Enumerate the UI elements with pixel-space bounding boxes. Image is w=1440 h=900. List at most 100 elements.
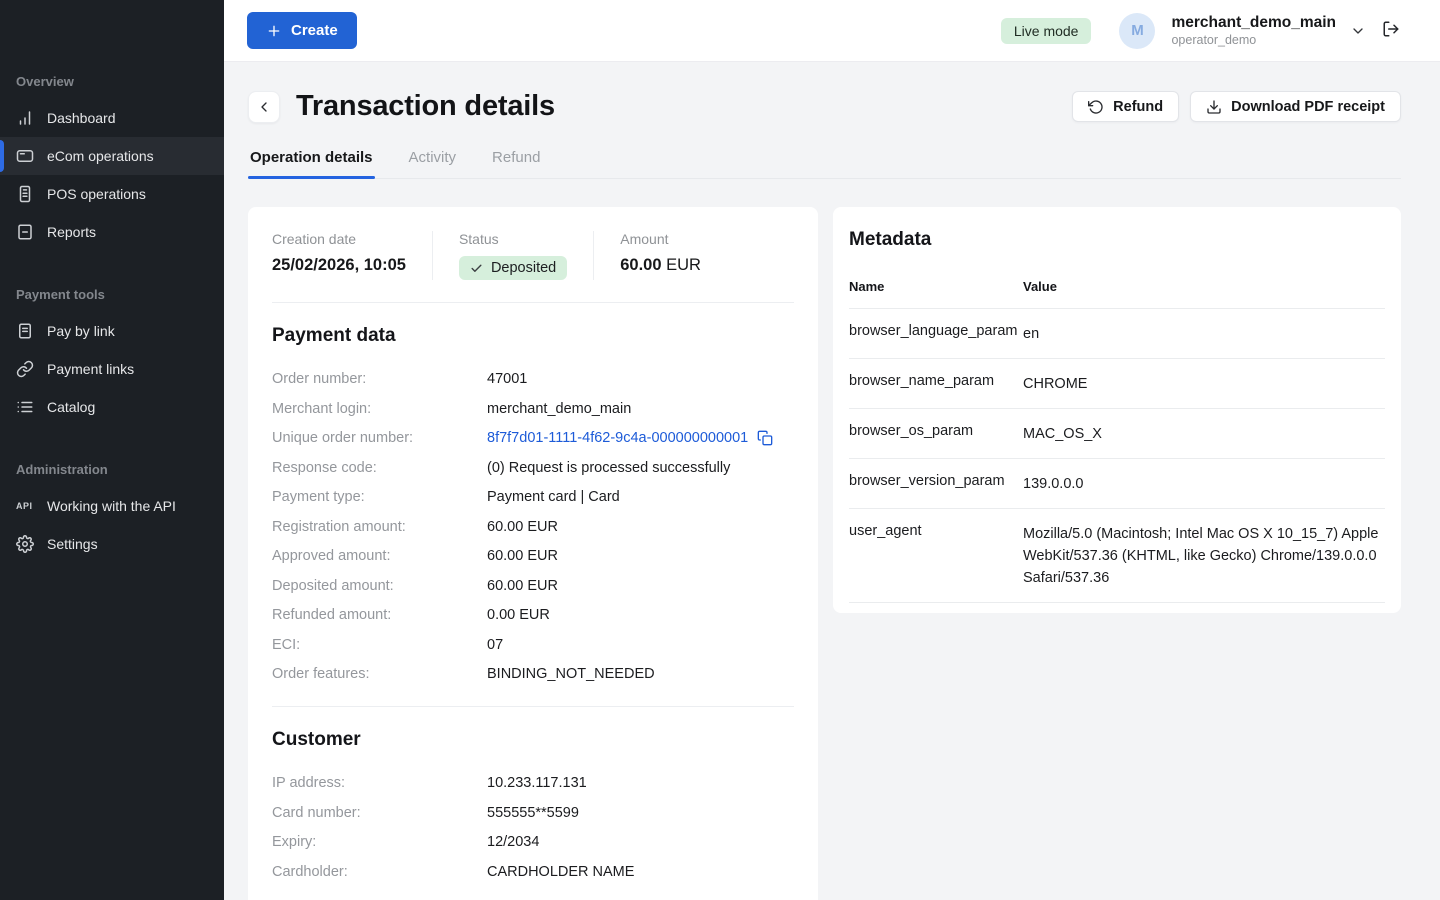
field-value: 0.00 EUR: [487, 605, 550, 625]
field-label: Merchant login:: [272, 399, 487, 419]
sidebar-item[interactable]: Dashboard: [0, 99, 224, 137]
check-icon: [470, 262, 483, 275]
metadata-col-value: Value: [1023, 279, 1057, 294]
sidebar-item[interactable]: Pay by link: [0, 312, 224, 350]
page-content: Transaction details Refund Download PDF …: [224, 62, 1440, 900]
main-area: Create Live mode M merchant_demo_main op…: [224, 0, 1440, 900]
status-badge: Deposited: [459, 256, 567, 280]
field-row: Order number: 47001: [272, 369, 794, 389]
sidebar-item-label: Working with the API: [47, 498, 176, 514]
sidebar-section-label: Overview: [0, 74, 224, 89]
tab[interactable]: Operation details: [248, 149, 375, 178]
sidebar-item-label: Dashboard: [47, 110, 116, 126]
refund-button[interactable]: Refund: [1072, 91, 1179, 122]
user-name: merchant_demo_main: [1171, 13, 1336, 32]
settings-icon: [16, 535, 34, 553]
header-actions: Refund Download PDF receipt: [1072, 91, 1401, 122]
download-icon: [1206, 99, 1222, 115]
operation-details-card: Creation date 25/02/2026, 10:05 Status D…: [248, 207, 818, 900]
create-button[interactable]: Create: [247, 12, 357, 49]
summary-strip: Creation date 25/02/2026, 10:05 Status D…: [272, 231, 794, 280]
field-value-text: 555555**5599: [487, 803, 579, 823]
field-label: Expiry:: [272, 832, 487, 852]
metadata-row: browser_language_param en: [849, 309, 1385, 359]
live-mode-badge: Live mode: [1001, 18, 1092, 44]
field-value: 10.233.117.131: [487, 773, 587, 793]
field-row: Registration amount: 60.00 EUR: [272, 517, 794, 537]
sidebar-item[interactable]: Payment links: [0, 350, 224, 388]
field-row: Card number: 555555**5599: [272, 803, 794, 823]
field-value-text: BINDING_NOT_NEEDED: [487, 664, 655, 684]
topbar-right: Live mode M merchant_demo_main operator_…: [1001, 13, 1400, 49]
creation-date-label: Creation date: [272, 231, 406, 247]
page-header: Transaction details Refund Download PDF …: [248, 90, 1401, 123]
field-row: Unique order number: 8f7f7d01-1111-4f62-…: [272, 428, 794, 448]
metadata-name: user_agent: [849, 523, 1023, 539]
field-value: BINDING_NOT_NEEDED: [487, 664, 655, 684]
sidebar-item[interactable]: POS operations: [0, 175, 224, 213]
field-label: Cardholder:: [272, 862, 487, 882]
field-label: Refunded amount:: [272, 605, 487, 625]
sidebar-items: Dashboard eCom operations POS operations: [0, 99, 224, 251]
field-row: Response code: (0) Request is processed …: [272, 458, 794, 478]
metadata-card: Metadata Name Value browser_language_par…: [833, 207, 1401, 613]
field-row: Expiry: 12/2034: [272, 832, 794, 852]
catalog-icon: [16, 398, 34, 416]
field-row: IP address: 10.233.117.131: [272, 773, 794, 793]
tab[interactable]: Activity: [407, 149, 459, 178]
metadata-table-header: Name Value: [849, 273, 1385, 309]
sidebar-item-label: Payment links: [47, 361, 134, 377]
back-button[interactable]: [248, 91, 280, 123]
sidebar-item[interactable]: Settings: [0, 525, 224, 563]
creation-date-block: Creation date 25/02/2026, 10:05: [272, 231, 433, 280]
metadata-row: browser_os_param MAC_OS_X: [849, 409, 1385, 459]
field-value-text: 60.00 EUR: [487, 546, 558, 566]
sidebar-section-administration: Administration API Working with the API …: [0, 462, 224, 563]
sidebar-item-label: eCom operations: [47, 148, 154, 164]
sidebar-item[interactable]: API Working with the API: [0, 487, 224, 525]
sidebar-item-label: Pay by link: [47, 323, 115, 339]
field-label: Card number:: [272, 803, 487, 823]
metadata-name: browser_name_param: [849, 373, 1023, 389]
page-title: Transaction details: [296, 90, 555, 123]
user-menu[interactable]: M merchant_demo_main operator_demo: [1119, 13, 1366, 49]
refund-button-label: Refund: [1113, 99, 1163, 115]
cards-row: Creation date 25/02/2026, 10:05 Status D…: [248, 207, 1401, 900]
field-value-text: 10.233.117.131: [487, 773, 587, 793]
payment-data-fields: Order number: 47001 Merchant login:: [272, 369, 794, 684]
chevron-down-icon[interactable]: [1350, 23, 1366, 39]
sidebar-section-payment-tools: Payment tools Pay by link Payment links: [0, 287, 224, 426]
sidebar-item[interactable]: eCom operations: [0, 137, 224, 175]
sidebar-item[interactable]: Catalog: [0, 388, 224, 426]
field-value: 07: [487, 635, 503, 655]
chevron-left-icon: [256, 99, 272, 115]
sidebar: Overview Dashboard eCom operations P: [0, 0, 224, 900]
tab[interactable]: Refund: [490, 149, 542, 178]
avatar-letter: M: [1131, 22, 1144, 39]
undo-icon: [1088, 99, 1104, 115]
tab-label: Activity: [409, 149, 457, 166]
logout-button[interactable]: [1382, 20, 1400, 41]
status-label: Status: [459, 231, 567, 247]
field-value: (0) Request is processed successfully: [487, 458, 730, 478]
amount-label: Amount: [620, 231, 701, 247]
metadata-value: en: [1023, 323, 1385, 345]
download-pdf-label: Download PDF receipt: [1231, 99, 1385, 115]
plus-icon: [266, 23, 282, 39]
field-label: Unique order number:: [272, 428, 487, 448]
download-pdf-button[interactable]: Download PDF receipt: [1190, 91, 1401, 122]
metadata-value: Mozilla/5.0 (Macintosh; Intel Mac OS X 1…: [1023, 523, 1385, 589]
status-value: Deposited: [491, 260, 556, 276]
amount-value-row: 60.00 EUR: [620, 256, 701, 275]
sidebar-item[interactable]: Reports: [0, 213, 224, 251]
field-value-text: 8f7f7d01-1111-4f62-9c4a-000000000001: [487, 428, 748, 448]
field-row: Order features: BINDING_NOT_NEEDED: [272, 664, 794, 684]
amount-currency: EUR: [666, 256, 701, 274]
metadata-value: MAC_OS_X: [1023, 423, 1385, 445]
customer-fields: IP address: 10.233.117.131 Card number:: [272, 773, 794, 882]
field-label: IP address:: [272, 773, 487, 793]
field-label: Order number:: [272, 369, 487, 389]
sidebar-items: API Working with the API Settings: [0, 487, 224, 563]
field-label: Order features:: [272, 664, 487, 684]
copy-icon[interactable]: [757, 430, 773, 446]
